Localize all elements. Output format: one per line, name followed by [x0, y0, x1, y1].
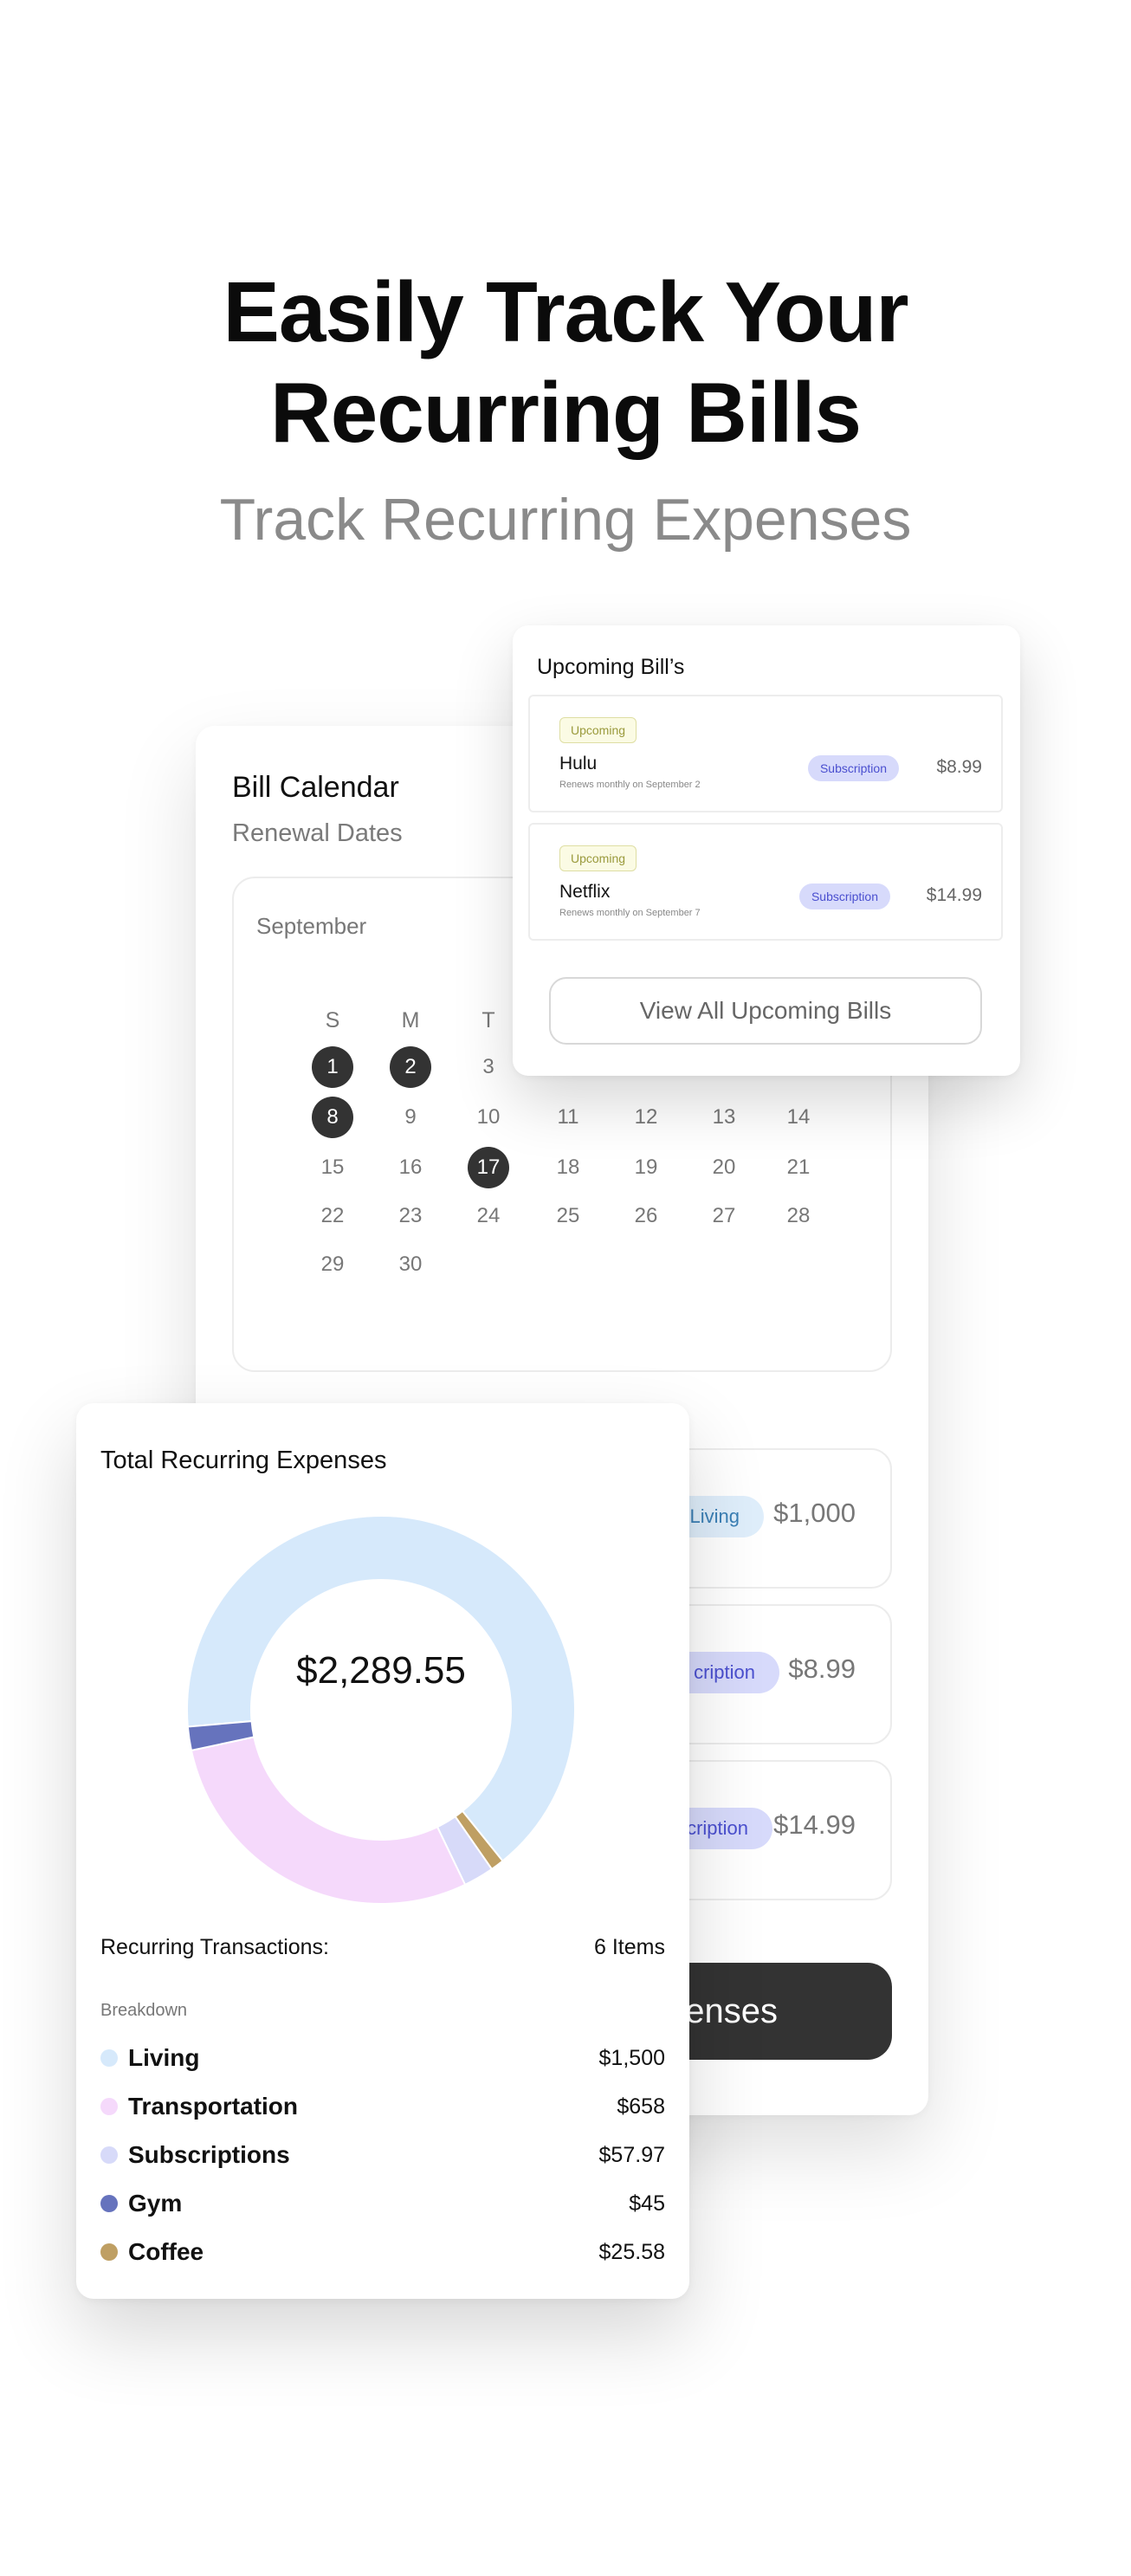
bill-name: Hulu: [559, 754, 598, 773]
calendar-day[interactable]: 16: [390, 1147, 431, 1188]
bill-renewal: Renews monthly on September 7: [559, 908, 701, 918]
legend-name: Coffee: [128, 2238, 204, 2265]
legend-amount: $45: [629, 2191, 665, 2216]
bill-amount: $14.99: [926, 885, 982, 905]
calendar-day[interactable]: 29: [312, 1244, 353, 1285]
legend-item-coffee: Coffee $25.58: [100, 2235, 665, 2269]
donut-slice-transportation: [190, 1736, 467, 1905]
legend-amount: $658: [617, 2094, 665, 2119]
calendar-day[interactable]: 19: [625, 1147, 667, 1188]
calendar-day[interactable]: 20: [703, 1147, 745, 1188]
legend-dot: [100, 2146, 118, 2164]
legend-item-gym: Gym $45: [100, 2186, 665, 2221]
legend-name: Transportation: [128, 2093, 299, 2120]
legend-dot: [100, 2243, 118, 2261]
transaction-amount: $1,000: [773, 1498, 856, 1528]
upcoming-badge: Upcoming: [559, 717, 637, 743]
transaction-amount: $8.99: [788, 1654, 856, 1684]
bill-item[interactable]: Upcoming Netflix Renews monthly on Septe…: [528, 823, 1003, 941]
calendar-day[interactable]: 30: [390, 1244, 431, 1285]
legend-name: Gym: [128, 2190, 183, 2217]
legend-name: Living: [128, 2044, 200, 2071]
legend-item-subscriptions: Subscriptions $57.97: [100, 2138, 665, 2172]
calendar-day[interactable]: 2: [390, 1046, 431, 1088]
legend-item-living: Living $1,500: [100, 2041, 665, 2075]
calendar-day[interactable]: 3: [468, 1046, 509, 1088]
legend-dot: [100, 2049, 118, 2067]
calendar-day[interactable]: 26: [625, 1195, 667, 1237]
bill-renewal: Renews monthly on September 2: [559, 780, 701, 790]
total-title: Total Recurring Expenses: [100, 1447, 387, 1474]
donut-center-amount: $2,289.55: [296, 1649, 466, 1692]
calendar-day[interactable]: 13: [703, 1097, 745, 1138]
calendar-day[interactable]: 22: [312, 1195, 353, 1237]
calendar-month: September: [256, 913, 367, 939]
calendar-day[interactable]: 18: [547, 1147, 589, 1188]
calendar-day[interactable]: 11: [547, 1097, 589, 1138]
bill-amount: $8.99: [936, 757, 982, 777]
calendar-day[interactable]: 14: [778, 1097, 819, 1138]
hero-title-line-2: Recurring Bills: [269, 365, 862, 460]
calendar-day[interactable]: 23: [390, 1195, 431, 1237]
weekday-label: S: [325, 1008, 340, 1032]
calendar-day[interactable]: 21: [778, 1147, 819, 1188]
calendar-day[interactable]: 17: [468, 1147, 509, 1188]
legend-amount: $57.97: [598, 2143, 665, 2167]
calendar-day[interactable]: 9: [390, 1097, 431, 1138]
weekday-label: M: [401, 1008, 420, 1032]
upcoming-bills-card: Upcoming Bill’s Upcoming Hulu Renews mon…: [513, 625, 1020, 1076]
calendar-subtitle: Renewal Dates: [232, 819, 403, 847]
upcoming-title: Upcoming Bill’s: [537, 655, 685, 679]
hero-title: Easily Track Your Recurring Bills: [0, 262, 1131, 463]
expense-donut-chart: [186, 1515, 576, 1905]
weekday-label: T: [481, 1008, 495, 1032]
total-expenses-card: Total Recurring Expenses $2,289.55 Recur…: [76, 1403, 689, 2299]
legend-dot: [100, 2195, 118, 2212]
calendar-day[interactable]: 8: [312, 1097, 353, 1138]
calendar-day[interactable]: 25: [547, 1195, 589, 1237]
calendar-day[interactable]: 1: [312, 1046, 353, 1088]
bill-item[interactable]: Upcoming Hulu Renews monthly on Septembe…: [528, 695, 1003, 812]
calendar-day[interactable]: 24: [468, 1195, 509, 1237]
calendar-day[interactable]: 27: [703, 1195, 745, 1237]
hero-subtitle: Track Recurring Expenses: [219, 487, 912, 553]
calendar-day[interactable]: 10: [468, 1097, 509, 1138]
bill-category-pill: Subscription: [807, 755, 899, 781]
recurring-transactions-label: Recurring Transactions:: [100, 1935, 330, 1959]
calendar-title: Bill Calendar: [232, 771, 399, 804]
calendar-day[interactable]: 15: [312, 1147, 353, 1188]
legend-amount: $1,500: [598, 2046, 665, 2070]
bill-category-pill: Subscription: [798, 883, 890, 909]
legend-dot: [100, 2098, 118, 2115]
recurring-transactions-count: 6 Items: [594, 1935, 665, 1959]
hero-title-line-1: Easily Track Your: [223, 264, 908, 359]
calendar-day[interactable]: 28: [778, 1195, 819, 1237]
legend-name: Subscriptions: [128, 2141, 290, 2168]
breakdown-label: Breakdown: [100, 2001, 188, 2020]
calendar-day[interactable]: 12: [625, 1097, 667, 1138]
bill-name: Netflix: [559, 882, 611, 902]
transaction-amount: $14.99: [773, 1809, 856, 1840]
legend-amount: $25.58: [598, 2240, 665, 2264]
upcoming-badge: Upcoming: [559, 845, 637, 871]
legend-item-transportation: Transportation $658: [100, 2089, 665, 2124]
view-all-bills-button[interactable]: View All Upcoming Bills: [549, 977, 982, 1045]
